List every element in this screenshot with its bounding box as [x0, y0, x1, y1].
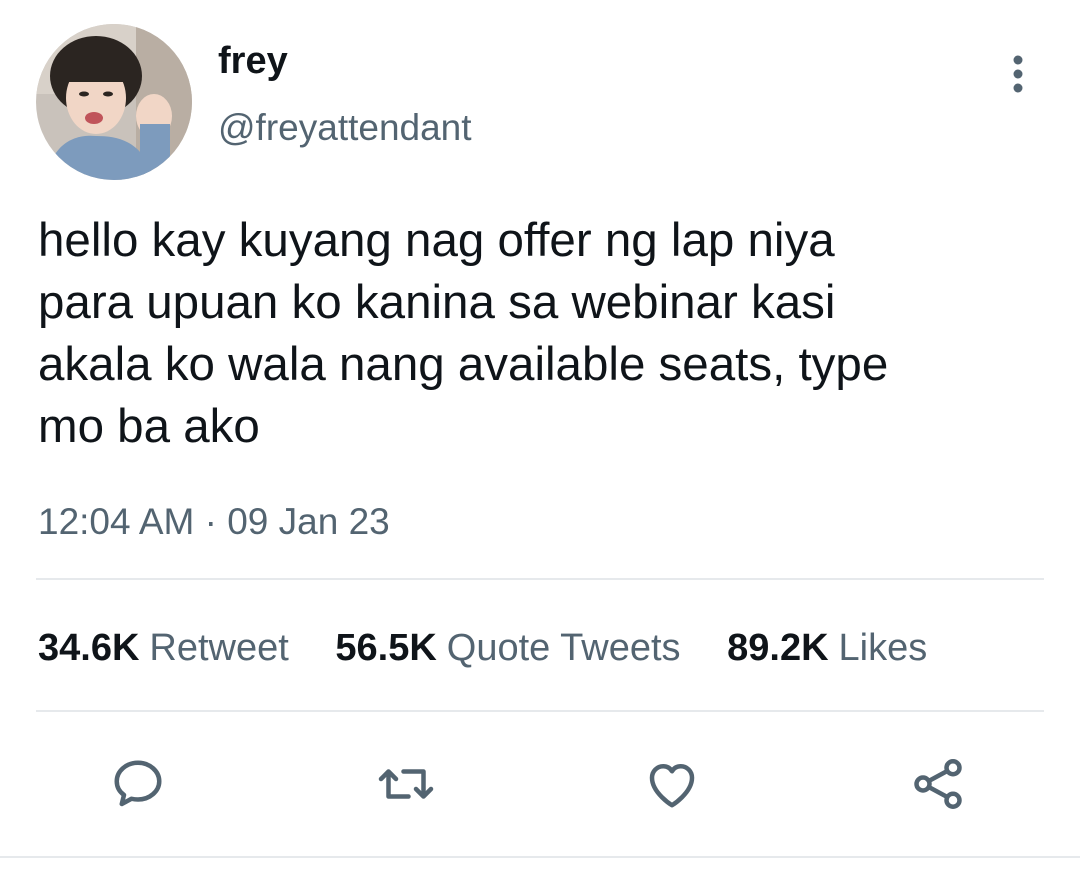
likes-label: Likes: [838, 627, 928, 669]
quote-tweets-label: Quote Tweets: [446, 627, 681, 669]
tweet-timestamp[interactable]: 12:04 AM · 09 Jan 23: [38, 500, 390, 544]
quote-tweets-stat[interactable]: 56.5K Quote Tweets: [335, 624, 680, 672]
quote-tweets-count: 56.5K: [335, 627, 437, 669]
divider: [0, 856, 1080, 858]
tweet-text: hello kay kuyang nag offer ng lap niya p…: [38, 210, 1048, 458]
likes-stat[interactable]: 89.2K Likes: [727, 624, 927, 672]
share-button[interactable]: [906, 752, 970, 816]
tweet-time: 12:04 AM: [38, 501, 195, 542]
retweets-count: 34.6K: [38, 627, 140, 669]
divider: [36, 710, 1044, 712]
tweet-text-line: mo ba ako: [38, 400, 260, 453]
avatar-photo: [36, 24, 192, 180]
tweet-stats: 34.6K Retweet 56.5K Quote Tweets 89.2K Like…: [38, 624, 963, 672]
heart-icon: [649, 764, 695, 808]
reply-icon: [114, 760, 162, 807]
display-name[interactable]: frey: [218, 38, 288, 84]
more-vertical-icon: [1013, 55, 1023, 93]
like-button[interactable]: [640, 752, 704, 816]
tweet-text-line: hello kay kuyang nag offer ng lap niya: [38, 214, 835, 267]
retweets-stat[interactable]: 34.6K Retweet: [38, 624, 289, 672]
more-options-button[interactable]: [996, 52, 1040, 96]
reply-button[interactable]: [106, 752, 170, 816]
retweet-icon: [378, 769, 434, 799]
tweet-text-line: akala ko wala nang available seats, type: [38, 338, 889, 391]
share-icon: [914, 759, 962, 809]
divider: [36, 578, 1044, 580]
avatar[interactable]: [36, 24, 192, 180]
tweet-date: 09 Jan 23: [227, 501, 390, 542]
retweets-label: Retweet: [149, 627, 289, 669]
retweet-button[interactable]: [374, 752, 438, 816]
user-handle[interactable]: @freyattendant: [218, 106, 472, 150]
tweet-text-line: para upuan ko kanina sa webinar kasi: [38, 276, 836, 329]
likes-count: 89.2K: [727, 627, 829, 669]
timestamp-separator: ·: [204, 501, 217, 542]
